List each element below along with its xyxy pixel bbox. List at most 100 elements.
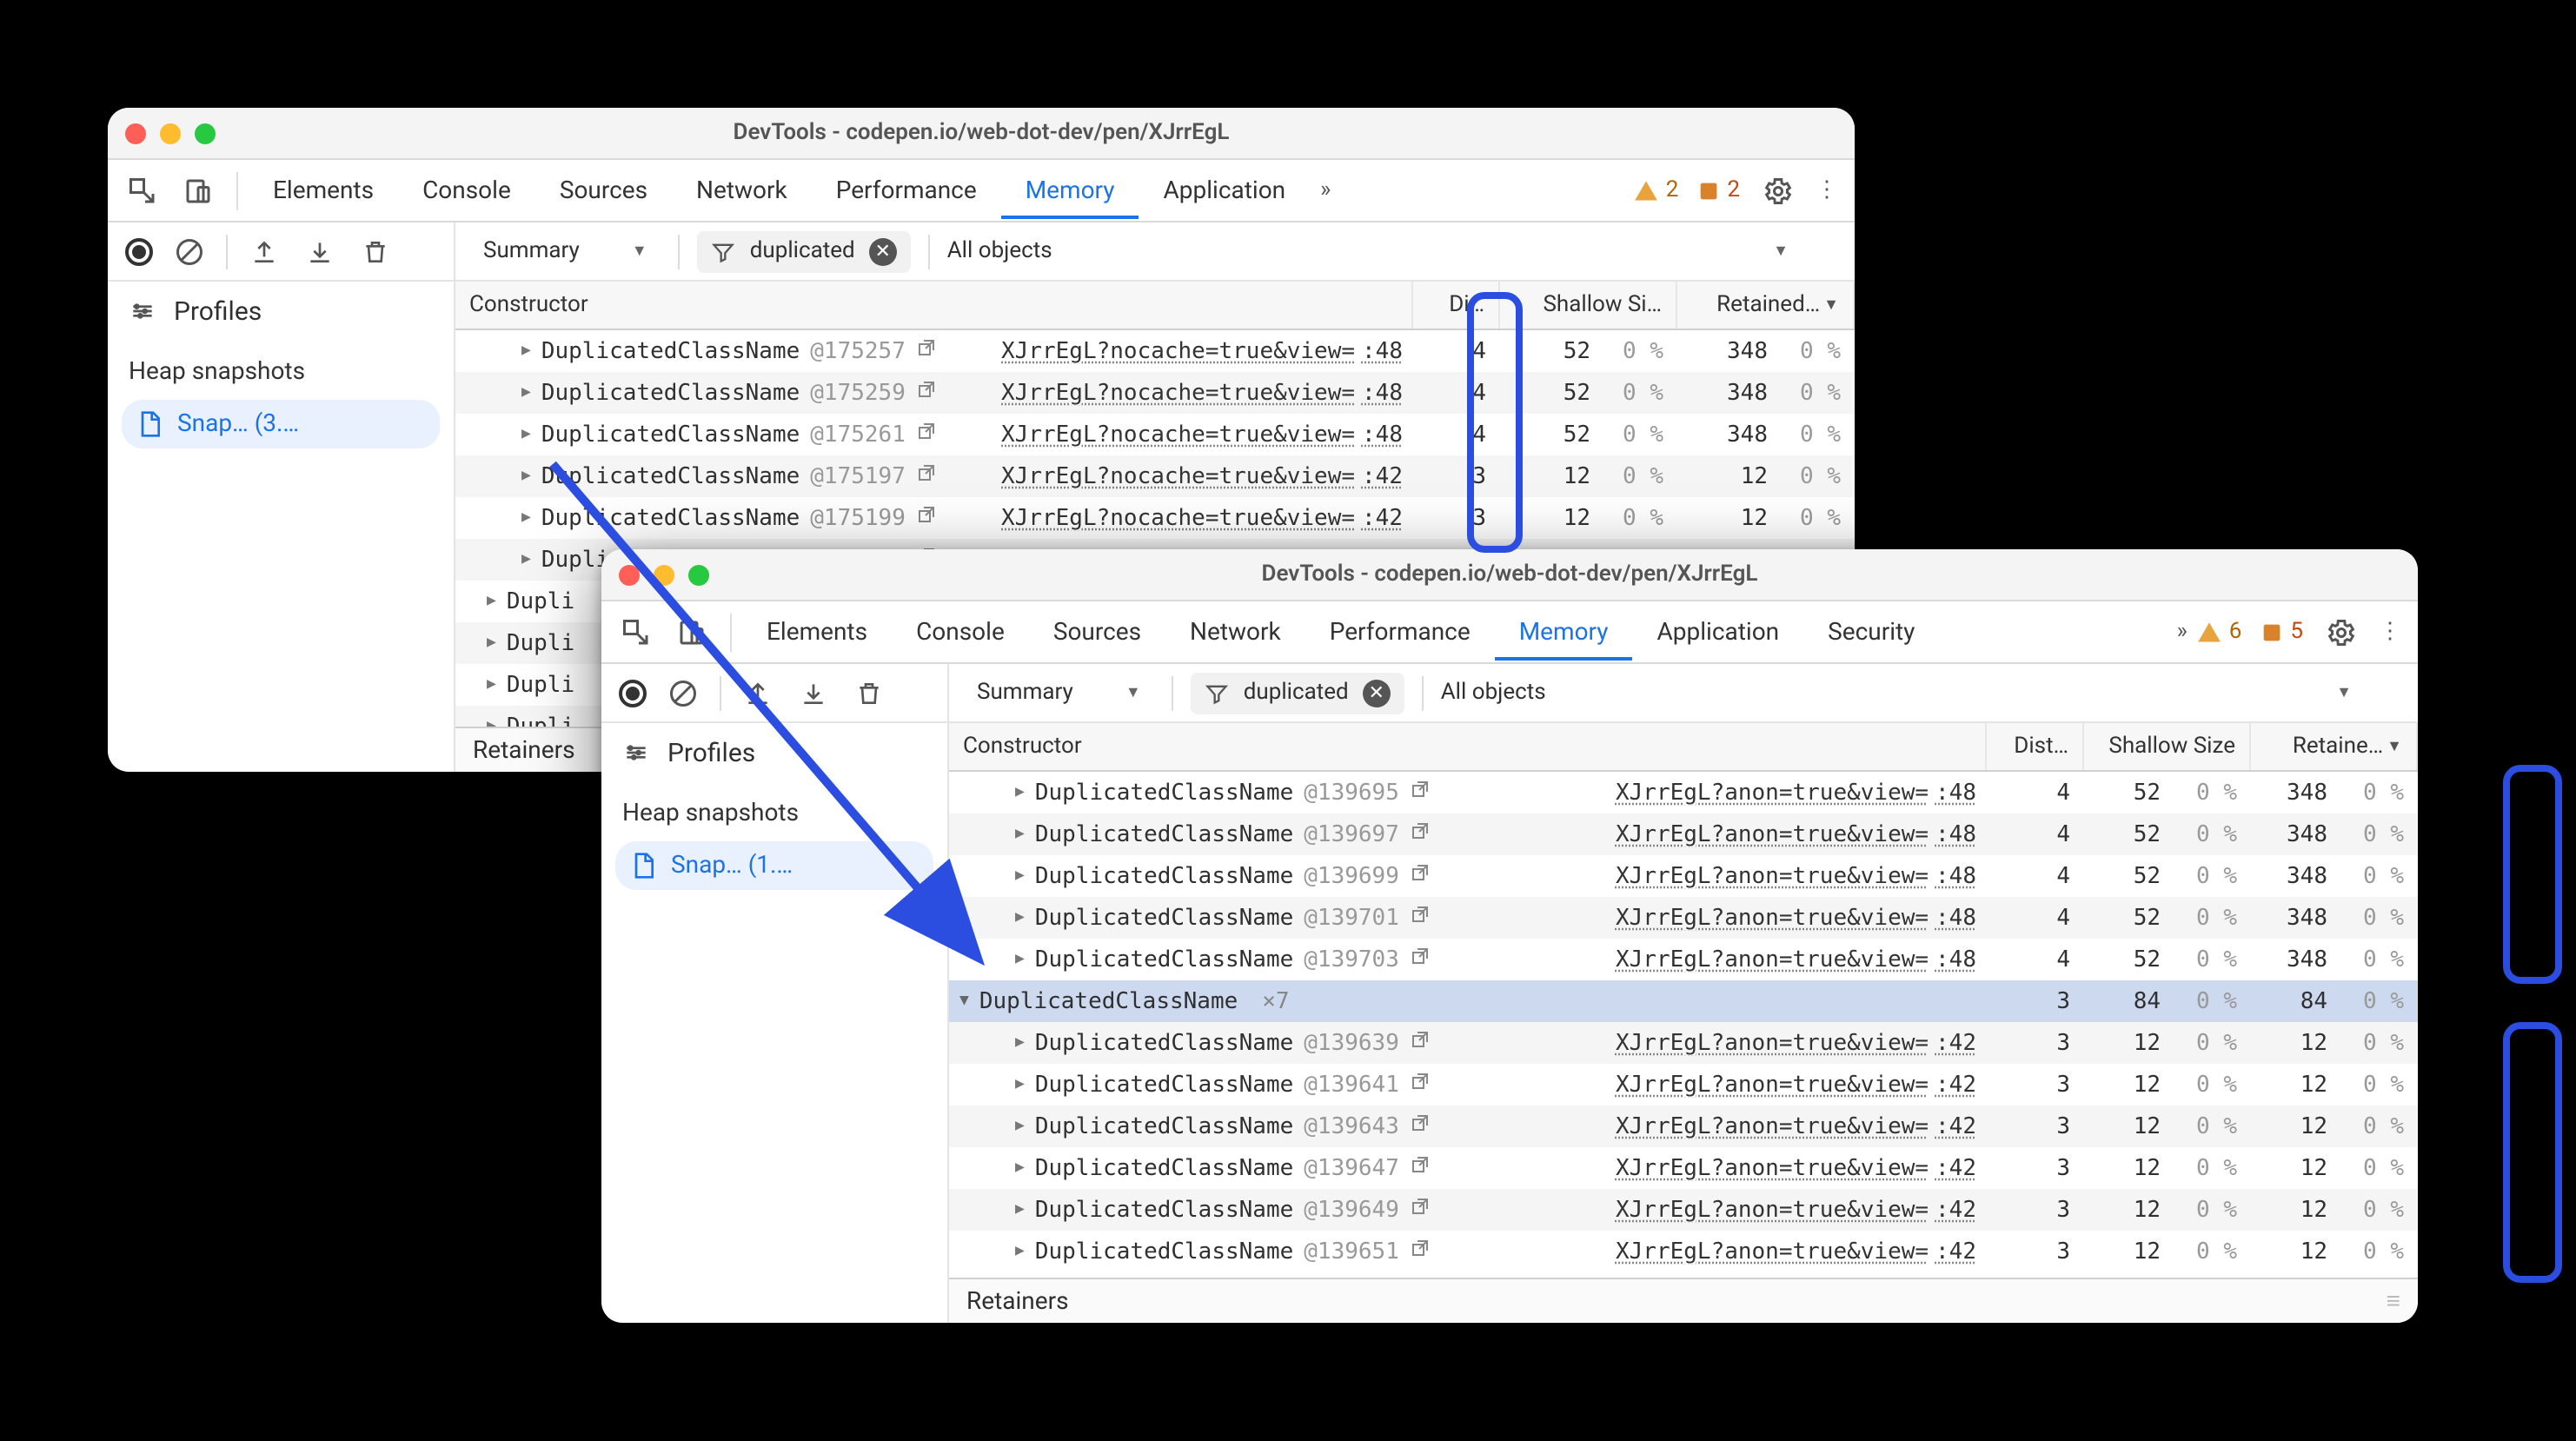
tab-security[interactable]: Security xyxy=(1803,604,1939,660)
col-distance[interactable]: Di… xyxy=(1413,282,1500,329)
record-icon[interactable] xyxy=(125,237,153,265)
sidebar: Profiles Heap snapshots Snap… (3.… xyxy=(108,222,455,772)
tab-memory[interactable]: Memory xyxy=(1001,163,1139,218)
col-distance[interactable]: Dist… xyxy=(1987,723,2084,770)
devtools-tabs: Elements Console Sources Network Perform… xyxy=(108,160,1855,222)
column-headers: Constructor Dist… Shallow Size Retaine… xyxy=(949,723,2418,772)
tab-sources[interactable]: Sources xyxy=(1029,604,1165,660)
tab-console[interactable]: Console xyxy=(892,604,1029,660)
profile-toolbar xyxy=(601,664,947,723)
table-row[interactable]: ▶ DuplicatedClassName @175257 XJrrEgL?no… xyxy=(455,330,1855,372)
download-icon[interactable] xyxy=(301,232,339,270)
summary-dropdown[interactable]: Summary▼ xyxy=(469,231,661,271)
table-row[interactable]: ▶ DuplicatedClassName @139639 XJrrEgL?an… xyxy=(949,1022,2418,1064)
tab-application[interactable]: Application xyxy=(1139,163,1311,218)
heap-snapshots-label: Heap snapshots xyxy=(108,341,454,396)
table-row[interactable]: ▶ DuplicatedClassName @175199 XJrrEgL?no… xyxy=(455,497,1855,539)
summary-dropdown[interactable]: Summary▼ xyxy=(963,673,1155,713)
col-shallow[interactable]: Shallow Size xyxy=(2084,723,2251,770)
device-toggle-icon[interactable] xyxy=(177,169,219,211)
profiles-section[interactable]: Profiles xyxy=(108,282,454,341)
upload-icon[interactable] xyxy=(739,674,777,712)
inspect-icon[interactable] xyxy=(615,611,657,653)
table-row[interactable]: ▶ DuplicatedClassName @175197 XJrrEgL?no… xyxy=(455,455,1855,497)
clear-icon[interactable] xyxy=(170,232,209,270)
table-row[interactable]: ▶ DuplicatedClassName @139699 XJrrEgL?an… xyxy=(949,855,2418,897)
table-row[interactable]: ▶ DuplicatedClassName @139697 XJrrEgL?an… xyxy=(949,813,2418,855)
kebab-icon[interactable]: ⋮ xyxy=(2369,611,2411,653)
class-filter[interactable]: duplicated ✕ xyxy=(698,230,911,272)
inspect-icon[interactable] xyxy=(122,169,163,211)
callout-box xyxy=(2503,1022,2562,1283)
snapshot-name: Snap… (3.… xyxy=(177,410,299,438)
table-row[interactable]: ▶ DuplicatedClassName @139643 XJrrEgL?an… xyxy=(949,1106,2418,1147)
record-icon[interactable] xyxy=(619,679,647,707)
filter-text: duplicated xyxy=(1244,680,1349,706)
table-row[interactable]: ▶ DuplicatedClassName @139649 XJrrEgL?an… xyxy=(949,1189,2418,1231)
tab-memory[interactable]: Memory xyxy=(1495,604,1633,660)
issues-count: 2 xyxy=(1727,177,1740,203)
profiles-label: Profiles xyxy=(667,737,755,768)
issues-badge[interactable]: 5 xyxy=(2259,619,2303,645)
table-row[interactable]: ▶ DuplicatedClassName @139695 XJrrEgL?an… xyxy=(949,772,2418,813)
col-shallow[interactable]: Shallow Si… xyxy=(1500,282,1677,329)
issues-count: 5 xyxy=(2290,619,2303,645)
tab-console[interactable]: Console xyxy=(398,163,535,218)
all-objects-dropdown[interactable]: All objects xyxy=(947,238,1052,264)
tab-network[interactable]: Network xyxy=(672,163,812,218)
table-row[interactable]: ▶ DuplicatedClassName @139651 XJrrEgL?an… xyxy=(949,1231,2418,1272)
table-row[interactable]: ▶ DuplicatedClassName @175259 XJrrEgL?no… xyxy=(455,372,1855,414)
clear-filter-icon[interactable]: ✕ xyxy=(869,237,897,265)
devtools-tabs: Elements Console Sources Network Perform… xyxy=(601,601,2418,664)
table-row[interactable]: ▶ DuplicatedClassName @139703 XJrrEgL?an… xyxy=(949,939,2418,980)
col-retained[interactable]: Retaine… xyxy=(2251,723,2418,770)
more-tabs-icon[interactable]: » xyxy=(1320,177,1331,203)
tab-elements[interactable]: Elements xyxy=(249,163,398,218)
device-toggle-icon[interactable] xyxy=(671,611,713,653)
download-icon[interactable] xyxy=(794,674,833,712)
callout-box xyxy=(2503,765,2562,984)
table-row[interactable]: ▶ DuplicatedClassName @139647 XJrrEgL?an… xyxy=(949,1147,2418,1189)
filter-text: duplicated xyxy=(750,238,855,264)
tab-elements[interactable]: Elements xyxy=(742,604,892,660)
tab-network[interactable]: Network xyxy=(1165,604,1305,660)
tab-performance[interactable]: Performance xyxy=(812,163,1001,218)
kebab-icon[interactable]: ⋮ xyxy=(1806,169,1848,211)
retainers-panel[interactable]: Retainers ≡ xyxy=(949,1278,2418,1323)
col-constructor[interactable]: Constructor xyxy=(455,282,1413,329)
warnings-badge[interactable]: 2 xyxy=(1635,177,1679,203)
trash-icon[interactable] xyxy=(850,674,888,712)
tab-application[interactable]: Application xyxy=(1633,604,1804,660)
table-row[interactable]: ▶ DuplicatedClassName @175261 XJrrEgL?no… xyxy=(455,414,1855,455)
window-title: DevTools - codepen.io/web-dot-dev/pen/XJ… xyxy=(601,561,2418,588)
col-constructor[interactable]: Constructor xyxy=(949,723,1987,770)
profiles-section[interactable]: Profiles xyxy=(601,723,947,782)
resize-grip-icon[interactable]: ≡ xyxy=(2387,1286,2400,1316)
warnings-badge[interactable]: 6 xyxy=(2198,619,2242,645)
settings-icon[interactable] xyxy=(1757,169,1799,211)
snapshot-item[interactable]: Snap… (3.… xyxy=(122,400,440,448)
issues-badge[interactable]: 2 xyxy=(1696,177,1740,203)
sidebar: Profiles Heap snapshots Snap… (1.… xyxy=(601,664,949,1323)
class-filter[interactable]: duplicated ✕ xyxy=(1192,672,1404,714)
all-objects-dropdown[interactable]: All objects xyxy=(1441,680,1546,706)
table-row[interactable]: ▶ DuplicatedClassName @139701 XJrrEgL?an… xyxy=(949,897,2418,939)
table-row[interactable]: ▶ DuplicatedClassName @139641 XJrrEgL?an… xyxy=(949,1064,2418,1106)
tab-performance[interactable]: Performance xyxy=(1305,604,1495,660)
summary-toolbar: Summary▼ duplicated ✕ All objects ▼ xyxy=(455,222,1855,282)
tab-sources[interactable]: Sources xyxy=(535,163,672,218)
upload-icon[interactable] xyxy=(245,232,283,270)
snapshot-name: Snap… (1.… xyxy=(671,852,793,880)
col-retained[interactable]: Retained… xyxy=(1677,282,1855,329)
more-tabs-icon[interactable]: » xyxy=(2177,619,2188,645)
warnings-count: 2 xyxy=(1666,177,1679,203)
clear-icon[interactable] xyxy=(664,674,702,712)
profiles-label: Profiles xyxy=(174,296,262,327)
trash-icon[interactable] xyxy=(356,232,395,270)
snapshot-item[interactable]: Snap… (1.… xyxy=(615,841,933,890)
table-row-group[interactable]: ▼ DuplicatedClassName×73840 %840 % xyxy=(949,980,2418,1022)
settings-icon[interactable] xyxy=(2320,611,2362,653)
heap-snapshots-label: Heap snapshots xyxy=(601,782,947,838)
clear-filter-icon[interactable]: ✕ xyxy=(1363,679,1391,707)
window-title: DevTools - codepen.io/web-dot-dev/pen/XJ… xyxy=(108,120,1855,146)
